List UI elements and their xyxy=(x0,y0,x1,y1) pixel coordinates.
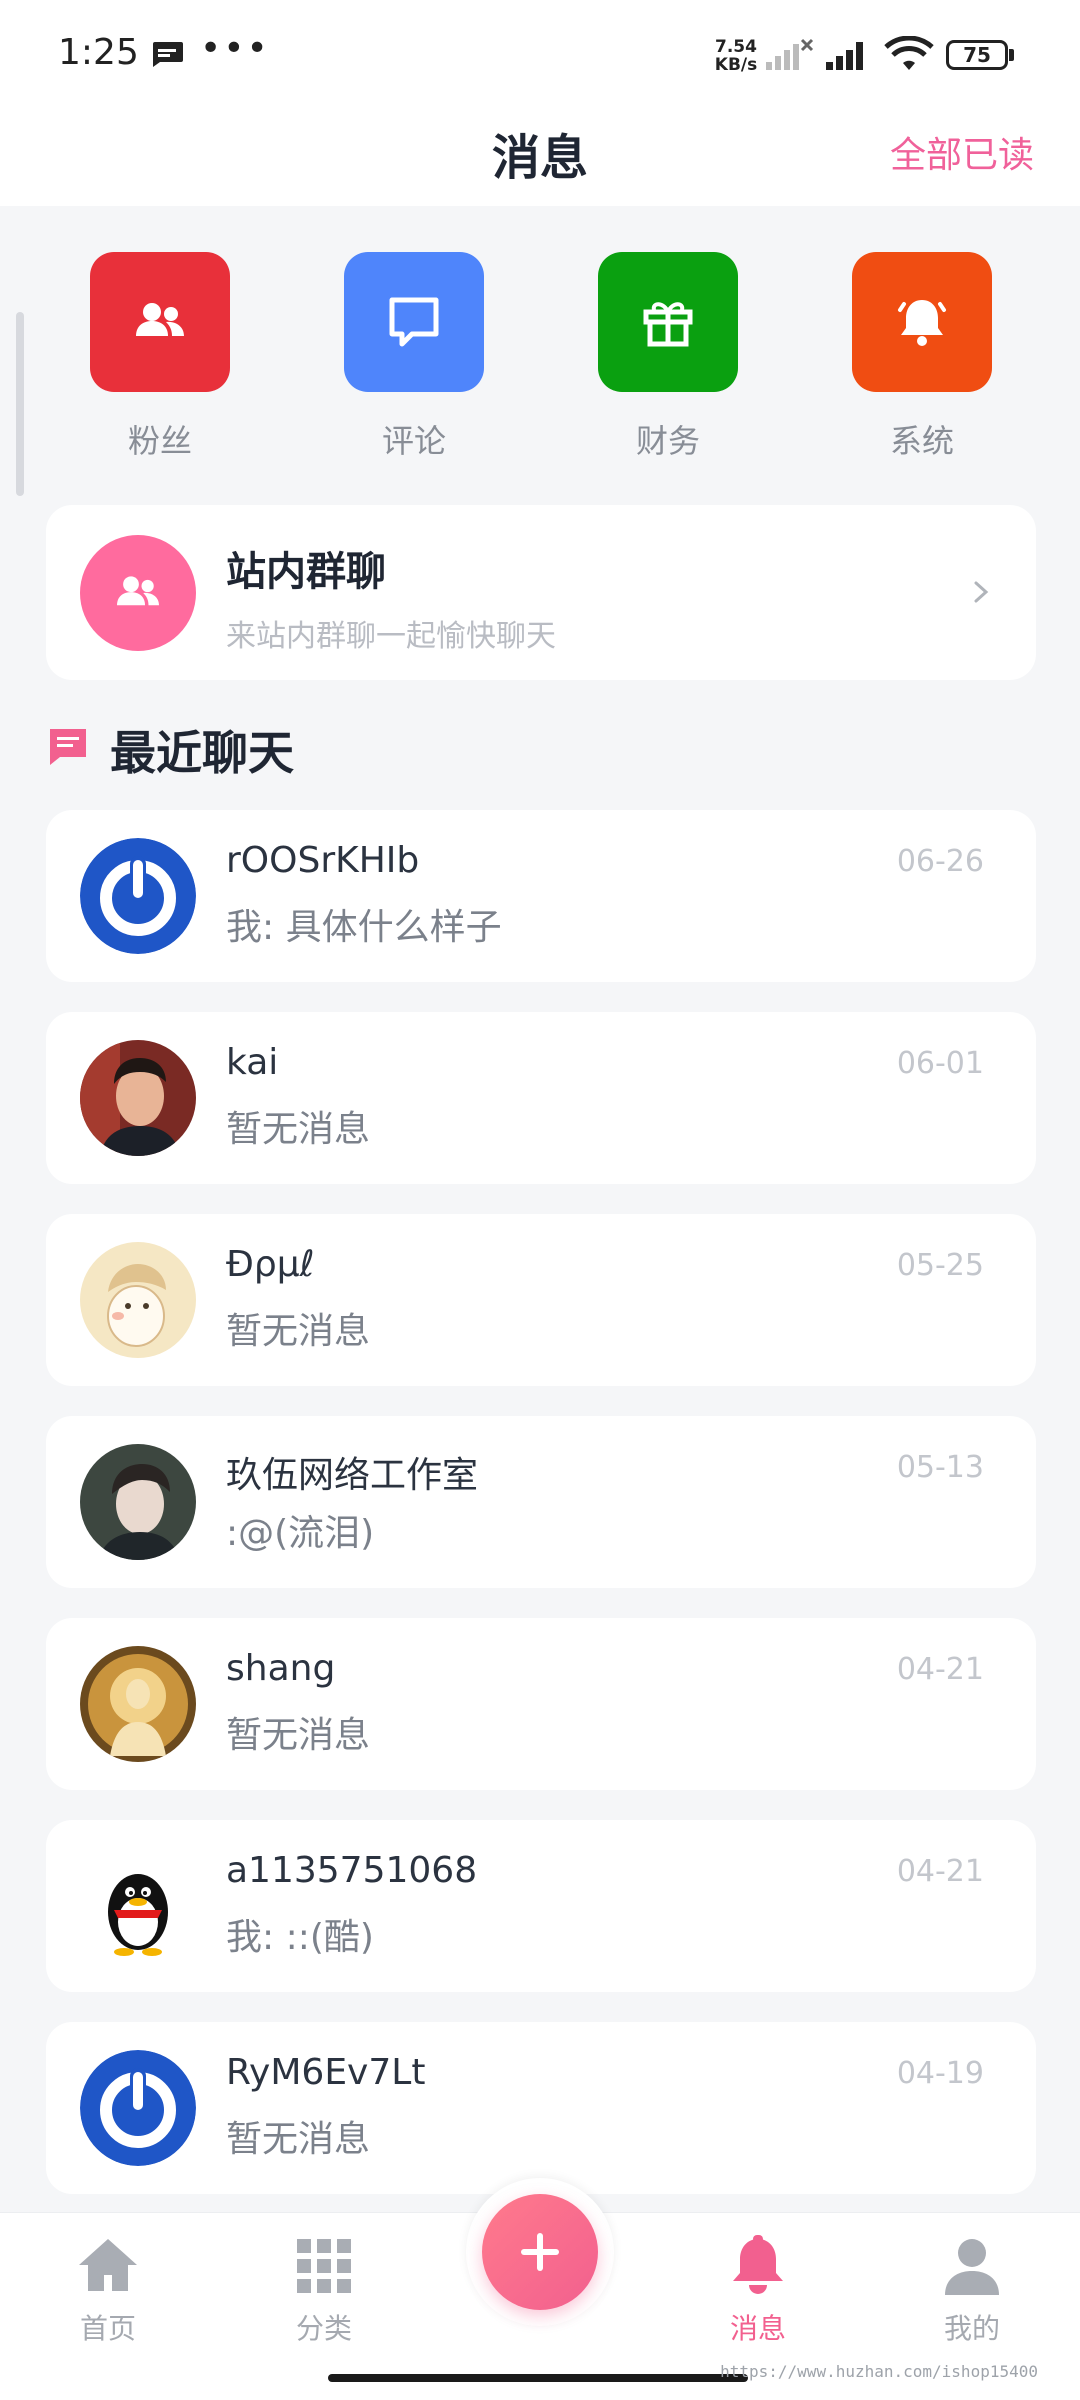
signal-no-service-icon xyxy=(766,38,814,70)
wifi-icon xyxy=(884,36,934,70)
quick-action-label: 评论 xyxy=(381,422,446,460)
home-icon xyxy=(79,2239,137,2291)
nav-messages-label: 消息 xyxy=(729,2312,786,2345)
add-button[interactable] xyxy=(482,2194,598,2310)
gift-icon xyxy=(643,302,693,347)
status-time: 1:25 xyxy=(58,32,139,73)
nav-mine-label: 我的 xyxy=(943,2312,1000,2345)
chat-preview: 我: ::(酷) xyxy=(226,1917,374,1958)
chat-preview: 我: 具体什么样子 xyxy=(226,907,502,948)
chat-date: 04-21 xyxy=(896,1652,984,1687)
chat-name: rOOSrKHIb xyxy=(226,840,420,881)
group-chat-avatar xyxy=(80,535,196,651)
chat-preview: 暂无消息 xyxy=(226,1311,371,1352)
chat-row[interactable]: kai 暂无消息 06-01 xyxy=(46,1012,1036,1184)
photo-avatar xyxy=(80,1040,196,1156)
group-users-icon xyxy=(117,576,159,606)
finance-icon-box xyxy=(598,252,738,392)
chat-row[interactable]: Ɖρμℓ 暂无消息 05-25 xyxy=(46,1214,1036,1386)
chat-name: a1135751068 xyxy=(226,1850,478,1891)
status-bar: 1:25 ••• 7.54 KB/s 75 xyxy=(0,0,1080,100)
chat-date: 04-19 xyxy=(896,2056,984,2091)
system-icon-box xyxy=(852,252,992,392)
battery-level: 75 xyxy=(946,40,1008,70)
nav-mine[interactable]: 我的 xyxy=(912,2233,1032,2347)
chat-preview: 暂无消息 xyxy=(226,1715,371,1756)
nav-messages[interactable]: 消息 xyxy=(698,2233,818,2347)
chat-preview: 暂无消息 xyxy=(226,1109,371,1150)
chat-date: 05-25 xyxy=(896,1248,984,1283)
home-indicator[interactable] xyxy=(328,2374,748,2382)
chat-date: 06-26 xyxy=(896,844,984,879)
nav-category-label: 分类 xyxy=(295,2312,352,2345)
chat-preview: :@(流泪) xyxy=(226,1513,375,1554)
network-speed: 7.54 KB/s xyxy=(712,38,760,74)
power-logo-avatar xyxy=(80,838,196,954)
network-speed-value: 7.54 xyxy=(715,37,757,57)
power-logo-avatar xyxy=(80,2050,196,2166)
nav-category[interactable]: 分类 xyxy=(264,2233,384,2347)
chat-name: kai xyxy=(226,1042,279,1083)
chat-date: 04-21 xyxy=(896,1854,984,1889)
chat-row[interactable]: RyM6Ev7Lt 暂无消息 04-19 xyxy=(46,2022,1036,2194)
chat-row[interactable]: rOOSrKHIb 我: 具体什么样子 06-26 xyxy=(46,810,1036,982)
user-icon xyxy=(945,2239,999,2295)
signal-strength-icon xyxy=(826,42,863,70)
nav-home-label: 首页 xyxy=(79,2312,136,2345)
battery-tip xyxy=(1009,49,1014,61)
bell-icon xyxy=(898,300,946,346)
quick-action-comments[interactable]: 评论 xyxy=(344,252,484,462)
quick-action-system[interactable]: 系统 xyxy=(852,252,992,462)
bell-icon xyxy=(733,2235,783,2294)
penguin-avatar xyxy=(80,1848,196,1964)
chat-date: 05-13 xyxy=(896,1450,984,1485)
nav-home[interactable]: 首页 xyxy=(48,2233,168,2347)
recent-chats-title: 最近聊天 xyxy=(110,726,294,780)
chat-name: Ɖρμℓ xyxy=(226,1244,315,1285)
chat-row[interactable]: a1135751068 我: ::(酷) 04-21 xyxy=(46,1820,1036,1992)
chat-row[interactable]: shang 暂无消息 04-21 xyxy=(46,1618,1036,1790)
chat-name: shang xyxy=(226,1648,336,1689)
quick-action-label: 粉丝 xyxy=(127,422,192,460)
grid-icon xyxy=(297,2239,351,2293)
more-notifications-icon: ••• xyxy=(200,28,270,69)
page-header: 消息 全部已读 xyxy=(0,100,1080,206)
users-icon xyxy=(136,303,184,336)
group-chat-card[interactable]: 站内群聊 来站内群聊一起愉快聊天 xyxy=(46,505,1036,680)
chat-name: 玖伍网络工作室 xyxy=(226,1455,479,1496)
scrollbar[interactable] xyxy=(16,312,24,496)
mark-all-read-button[interactable]: 全部已读 xyxy=(890,126,1034,178)
chat-row[interactable]: 玖伍网络工作室 :@(流泪) 05-13 xyxy=(46,1416,1036,1588)
fans-icon-box xyxy=(90,252,230,392)
quick-action-finance[interactable]: 财务 xyxy=(598,252,738,462)
comment-icon xyxy=(389,297,439,347)
watermark: https://www.huzhan.com/ishop15400 xyxy=(720,2362,1038,2381)
photo-avatar xyxy=(80,1444,196,1560)
message-notification-icon xyxy=(153,42,183,67)
battery-icon: 75 xyxy=(946,40,1016,70)
chat-date: 06-01 xyxy=(896,1046,984,1081)
quick-action-label: 系统 xyxy=(889,422,954,460)
quick-action-fans[interactable]: 粉丝 xyxy=(90,252,230,462)
network-speed-unit: KB/s xyxy=(714,55,758,75)
group-chat-subtitle: 来站内群聊一起愉快聊天 xyxy=(226,619,556,654)
cartoon-avatar xyxy=(80,1242,196,1358)
quick-action-label: 财务 xyxy=(635,422,700,460)
chat-bubble-icon xyxy=(50,729,86,765)
plus-icon xyxy=(521,2233,559,2271)
buddha-avatar xyxy=(80,1646,196,1762)
chat-preview: 暂无消息 xyxy=(226,2119,371,2160)
chat-name: RyM6Ev7Lt xyxy=(226,2052,426,2093)
comments-icon-box xyxy=(344,252,484,392)
group-chat-title: 站内群聊 xyxy=(226,549,386,595)
chevron-right-icon xyxy=(974,581,989,603)
